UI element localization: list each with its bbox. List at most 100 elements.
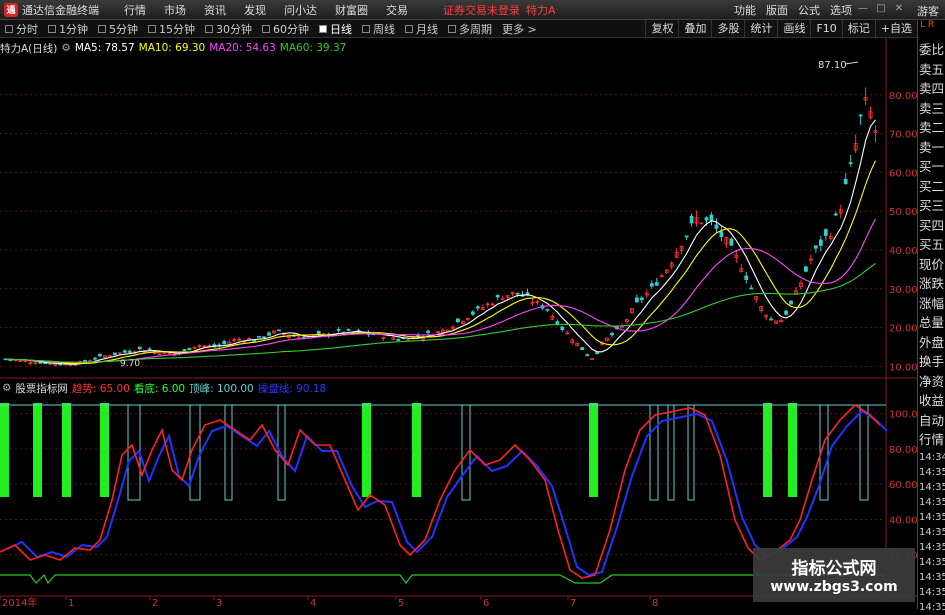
trend-param: 趋势: 65.00 bbox=[71, 382, 130, 395]
quote-field-label: 买三 bbox=[919, 198, 945, 213]
quote-field-label: 换手 bbox=[919, 354, 945, 369]
candle-body bbox=[336, 329, 341, 331]
chart-grid bbox=[0, 38, 917, 597]
watermark-title: 指标公式网 bbox=[791, 559, 877, 579]
candle-body bbox=[789, 300, 793, 305]
x-tick-label: 6 bbox=[483, 598, 489, 609]
x-tick-label: 3 bbox=[216, 598, 222, 609]
candle-body bbox=[147, 348, 152, 351]
y-tick-label: 80.00 bbox=[889, 91, 917, 102]
auto-quote-toggle[interactable]: 行情 bbox=[918, 430, 945, 450]
chart-canvas[interactable]: 80.00 70.00 60.00 50.00 40.00 30.00 20.00 10.00… bbox=[0, 0, 917, 609]
candle-body bbox=[769, 318, 774, 321]
y-tick-label: 50.00 bbox=[889, 207, 917, 218]
quote-field-label: 总量 bbox=[919, 315, 945, 330]
x-tick-label: 5 bbox=[398, 598, 404, 609]
watermark-url: www.zbgs3.com bbox=[770, 579, 898, 595]
panel-toggle[interactable]: L R bbox=[918, 20, 945, 40]
x-tick-label: 7 bbox=[570, 598, 576, 609]
quote-field-label: 买二 bbox=[919, 178, 945, 194]
x-tick-label: 2 bbox=[152, 598, 158, 609]
ma5-label: MA5: 78.57 bbox=[74, 42, 135, 54]
candle-body bbox=[98, 354, 102, 357]
stock-period-label: 特力A(日线) bbox=[0, 42, 58, 55]
bottom-signal-bar bbox=[33, 403, 42, 497]
indicator-name: 股票指标网 bbox=[15, 382, 68, 395]
candle-body bbox=[122, 350, 127, 353]
candle-body bbox=[426, 330, 430, 333]
indicator-legend: ⚙ 股票指标网 趋势: 65.00 看底: 6.00 顶峰: 100.00 操盘… bbox=[0, 380, 330, 396]
tick-time: 14:35 bbox=[919, 466, 945, 478]
candle-body bbox=[316, 331, 321, 335]
peak-signal-frame bbox=[224, 404, 233, 501]
candle-body bbox=[654, 282, 659, 286]
candle-body bbox=[560, 326, 565, 331]
candle-body bbox=[456, 318, 460, 323]
candle-body bbox=[714, 224, 719, 229]
quote-field-label: 买五 bbox=[919, 237, 945, 252]
tick-time: 14:34 bbox=[919, 451, 945, 463]
y-tick-label: 100.0 bbox=[889, 410, 917, 421]
y-tick-label: 10.00 bbox=[889, 362, 917, 373]
y-tick-label: 60.00 bbox=[889, 480, 917, 491]
quote-field-label: 现价 bbox=[919, 256, 945, 272]
quote-field-label: 卖一 bbox=[919, 139, 945, 155]
quote-field-label: 买一 bbox=[919, 159, 945, 174]
tick-time: 14:35 bbox=[919, 526, 945, 538]
candle-body bbox=[804, 266, 808, 272]
candle-body bbox=[83, 360, 87, 363]
y-tick-label: 40.00 bbox=[889, 246, 917, 257]
bottom-signal-bar bbox=[589, 403, 598, 497]
bottom-signal-bar bbox=[362, 403, 371, 497]
candle-body bbox=[182, 349, 187, 351]
auto-quote-toggle[interactable]: 自动 bbox=[918, 411, 945, 431]
candle-body bbox=[823, 229, 828, 236]
candle-body bbox=[585, 354, 590, 357]
candle-body bbox=[833, 213, 838, 216]
ma10-label: MA10: 69.30 bbox=[138, 42, 206, 54]
quote-field-label: 买四 bbox=[919, 217, 945, 233]
candle-body bbox=[689, 215, 694, 224]
candle-body bbox=[187, 347, 192, 351]
candle-body bbox=[813, 245, 818, 249]
peak-signal-frame bbox=[859, 404, 869, 501]
tick-time: 14:35 bbox=[919, 496, 945, 508]
candle-body bbox=[848, 162, 853, 165]
tick-time: 14:35 bbox=[919, 571, 945, 583]
watermark-banner: 指标公式网 www.zbgs3.com bbox=[753, 548, 915, 602]
y-tick-label: 30.00 bbox=[889, 285, 917, 296]
candle-body bbox=[610, 333, 614, 336]
guest-label[interactable]: 游客 bbox=[917, 3, 939, 19]
x-tick-label: 4 bbox=[310, 598, 316, 609]
bottom-signal-bar bbox=[62, 403, 71, 497]
candle-body bbox=[684, 235, 689, 238]
candle-body bbox=[858, 114, 863, 117]
candle-body bbox=[580, 347, 585, 351]
settings-icon[interactable]: ⚙ bbox=[61, 42, 70, 54]
bottom-signal-bar bbox=[763, 403, 772, 497]
candle-body bbox=[719, 231, 724, 238]
candle-body bbox=[38, 362, 43, 364]
peak-signal-frame bbox=[277, 404, 286, 501]
candle-body bbox=[396, 339, 401, 341]
candle-body bbox=[784, 310, 788, 315]
quote-field-label: 卖三 bbox=[919, 100, 945, 116]
candle-body bbox=[346, 329, 351, 331]
y-tick-label: 40.00 bbox=[889, 515, 917, 526]
quote-field-label: 收益 bbox=[919, 393, 945, 408]
y-tick-label: 80.00 bbox=[889, 445, 917, 456]
candlesticks bbox=[3, 87, 878, 367]
quote-field-label: 卖二 bbox=[919, 120, 945, 135]
bottom-signal-bar bbox=[100, 403, 109, 497]
y-tick-label: 70.00 bbox=[889, 130, 917, 141]
tick-time: 14:35 bbox=[919, 586, 945, 598]
tick-time: 14:35 bbox=[919, 556, 945, 568]
y-tick-label: 60.00 bbox=[889, 168, 917, 179]
x-tick-label: 8 bbox=[652, 598, 658, 609]
settings-icon[interactable]: ⚙ bbox=[2, 382, 11, 394]
quote-field-label: 净资 bbox=[919, 373, 945, 389]
bottom-signal-bar bbox=[0, 403, 9, 497]
peak-signal-frame bbox=[687, 404, 695, 501]
candle-body bbox=[137, 346, 142, 350]
candle-body bbox=[749, 287, 754, 290]
